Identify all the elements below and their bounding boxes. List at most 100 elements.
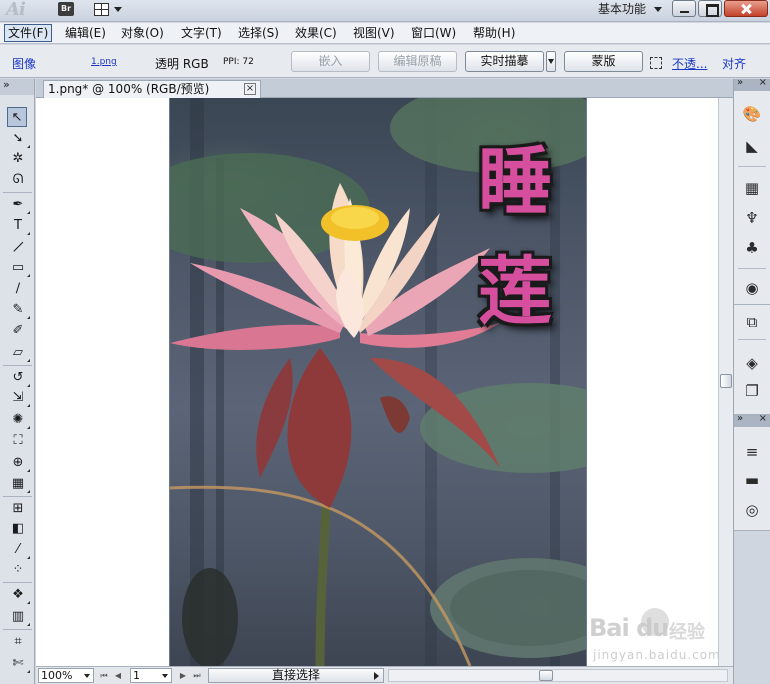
chevron-down-icon xyxy=(114,7,122,12)
panel-group-2: ⧉ ◈ ❐ xyxy=(734,305,770,415)
gradient-tool-icon[interactable]: ◧ xyxy=(8,519,28,539)
dock-separator xyxy=(738,339,766,340)
document-tab[interactable]: 1.png* @ 100% (RGB/预览) × xyxy=(43,80,261,98)
edit-original-button[interactable]: 编辑原稿 xyxy=(378,51,457,72)
workspace-switcher[interactable]: 基本功能 xyxy=(598,0,663,17)
previous-artboard-icon[interactable]: ◀ xyxy=(113,670,123,681)
menu-file[interactable]: 文件(F) xyxy=(4,24,53,42)
embed-button[interactable]: 嵌入 xyxy=(291,51,370,72)
bridge-button[interactable]: Br xyxy=(58,2,74,16)
menu-window[interactable]: 窗口(W) xyxy=(408,25,459,43)
artboards-icon[interactable]: ❐ xyxy=(742,381,762,401)
direct-selection-tool-icon[interactable]: ➘ xyxy=(8,129,30,149)
mask-button[interactable]: 蒙版 xyxy=(564,51,643,72)
symbol-sprayer-tool-icon[interactable]: ❖ xyxy=(8,585,30,605)
artboard-tool-icon[interactable]: ⌗ xyxy=(8,632,28,652)
last-artboard-icon[interactable]: ⏭ xyxy=(192,670,202,681)
scale-tool-icon[interactable]: ⇲ xyxy=(8,388,30,408)
menu-view[interactable]: 视图(V) xyxy=(350,25,398,43)
arrange-documents-button[interactable] xyxy=(92,2,126,18)
warp-tool-icon[interactable]: ✺ xyxy=(8,410,30,430)
status-tool-display[interactable]: 直接选择 xyxy=(208,668,384,683)
slice-tool-icon[interactable]: ✄ xyxy=(8,654,30,674)
placed-image[interactable]: 睡 莲 xyxy=(169,98,587,666)
maximize-button[interactable] xyxy=(698,0,722,17)
mesh-tool-icon[interactable]: ⊞ xyxy=(8,499,28,519)
vertical-scrollbar[interactable] xyxy=(718,98,733,666)
horizontal-scrollbar[interactable] xyxy=(388,669,728,682)
perspective-grid-tool-icon[interactable]: ▦ xyxy=(8,474,30,494)
panel-group-header[interactable] xyxy=(734,77,770,91)
watermark-url: jingyan.baidu.com xyxy=(593,648,721,662)
live-trace-button[interactable]: 实时描摹 xyxy=(465,51,544,72)
canvas-area[interactable]: 睡 莲 Bai du 经验 jingyan.baidu.com xyxy=(36,98,721,666)
column-graph-tool-icon[interactable]: ▥ xyxy=(8,607,30,627)
swatches-icon[interactable]: ▦ xyxy=(742,178,762,198)
graphic-styles-icon[interactable]: ⧉ xyxy=(742,312,762,332)
opacity-link[interactable]: 不透... xyxy=(672,55,707,72)
transparency-icon[interactable]: ◎ xyxy=(742,500,762,520)
dock-separator xyxy=(738,166,766,167)
ppi-label: PPI: 72 xyxy=(223,57,254,67)
appearance-icon[interactable]: ◉ xyxy=(742,278,762,298)
filename-link[interactable]: 1.png xyxy=(91,57,117,67)
color-guide-icon[interactable]: ◣ xyxy=(742,136,762,156)
stroke-icon[interactable]: ≡ xyxy=(742,442,762,462)
next-artboard-icon[interactable]: ▶ xyxy=(178,670,188,681)
panel-group-header[interactable] xyxy=(734,413,770,427)
layers-icon[interactable]: ◈ xyxy=(742,353,762,373)
align-link[interactable]: 对齐 xyxy=(722,55,746,72)
tool-separator xyxy=(3,629,32,630)
menu-type[interactable]: 文字(T) xyxy=(178,25,225,43)
document-tab-title: 1.png* @ 100% (RGB/预览) xyxy=(48,82,210,96)
tool-separator xyxy=(3,582,32,583)
free-transform-tool-icon[interactable]: ⛶ xyxy=(8,431,28,451)
object-type-link[interactable]: 图像 xyxy=(12,55,36,72)
tools-panel: ↖ ➘ ✲ ᘏ ✒ T | ▭ ∕ ✎ ✐ ▱ ↺ ⇲ ✺ ⛶ ⊕ ▦ ⊞ ◧ … xyxy=(0,78,35,684)
menu-help[interactable]: 帮助(H) xyxy=(470,25,518,43)
gradient-panel-icon[interactable]: ▬ xyxy=(742,470,762,490)
rectangle-tool-icon[interactable]: ▭ xyxy=(8,258,30,278)
close-tab-icon[interactable]: × xyxy=(244,83,256,95)
minimize-button[interactable] xyxy=(672,0,696,17)
menu-object[interactable]: 对象(O) xyxy=(118,25,167,43)
live-trace-options-dropdown[interactable] xyxy=(546,51,556,72)
panel-group-3: ≡ ▬ ◎ xyxy=(734,413,770,531)
symbols-icon[interactable]: ♣ xyxy=(742,238,762,258)
panel-dock: 🎨 ◣ ▦ ♆ ♣ ◉ ⧉ ◈ ❐ ≡ ▬ ◎ xyxy=(733,77,770,684)
paintbrush-tool-icon[interactable]: ∕ xyxy=(8,279,28,299)
shape-builder-tool-icon[interactable]: ⊕ xyxy=(8,453,30,473)
pencil-tool-icon[interactable]: ✎ xyxy=(8,300,30,320)
tool-separator xyxy=(3,496,32,497)
status-bar: 100% ⏮ ◀ 1 ▶ ⏭ 直接选择 xyxy=(36,666,733,684)
blob-brush-tool-icon[interactable]: ✐ xyxy=(8,321,28,341)
tools-panel-header[interactable] xyxy=(0,78,34,95)
zoom-select[interactable]: 100% xyxy=(38,668,94,683)
menu-edit[interactable]: 编辑(E) xyxy=(62,25,109,43)
selection-tool-icon[interactable]: ↖ xyxy=(7,107,27,127)
vertical-scroll-thumb[interactable] xyxy=(720,374,732,388)
menu-effect[interactable]: 效果(C) xyxy=(292,25,340,43)
transform-bounds-icon[interactable] xyxy=(650,57,662,69)
panel-group-1: 🎨 ◣ ▦ ♆ ♣ ◉ xyxy=(734,77,770,305)
blend-tool-icon[interactable]: ⁘ xyxy=(8,560,28,580)
menu-select[interactable]: 选择(S) xyxy=(235,25,282,43)
close-window-button[interactable] xyxy=(724,0,768,17)
pen-tool-icon[interactable]: ✒ xyxy=(8,195,30,215)
rotate-tool-icon[interactable]: ↺ xyxy=(8,368,30,388)
eraser-tool-icon[interactable]: ▱ xyxy=(8,343,30,363)
chevron-down-icon xyxy=(654,7,663,12)
color-mode-label: 透明 RGB xyxy=(155,57,209,71)
artboard-number-select[interactable]: 1 xyxy=(130,668,172,683)
lasso-tool-icon[interactable]: ᘏ xyxy=(8,170,28,190)
brushes-icon[interactable]: ♆ xyxy=(742,208,762,228)
horizontal-scroll-thumb[interactable] xyxy=(539,670,553,681)
illustrator-logo: Ai xyxy=(6,0,26,20)
tool-separator xyxy=(3,365,32,366)
arrange-grid-icon xyxy=(94,3,109,16)
eyedropper-tool-icon[interactable]: ⁄ xyxy=(8,540,30,560)
first-artboard-icon[interactable]: ⏮ xyxy=(99,670,109,681)
color-panel-icon[interactable]: 🎨 xyxy=(742,104,762,124)
line-segment-tool-icon[interactable]: | xyxy=(4,233,32,261)
magic-wand-tool-icon[interactable]: ✲ xyxy=(8,149,28,169)
